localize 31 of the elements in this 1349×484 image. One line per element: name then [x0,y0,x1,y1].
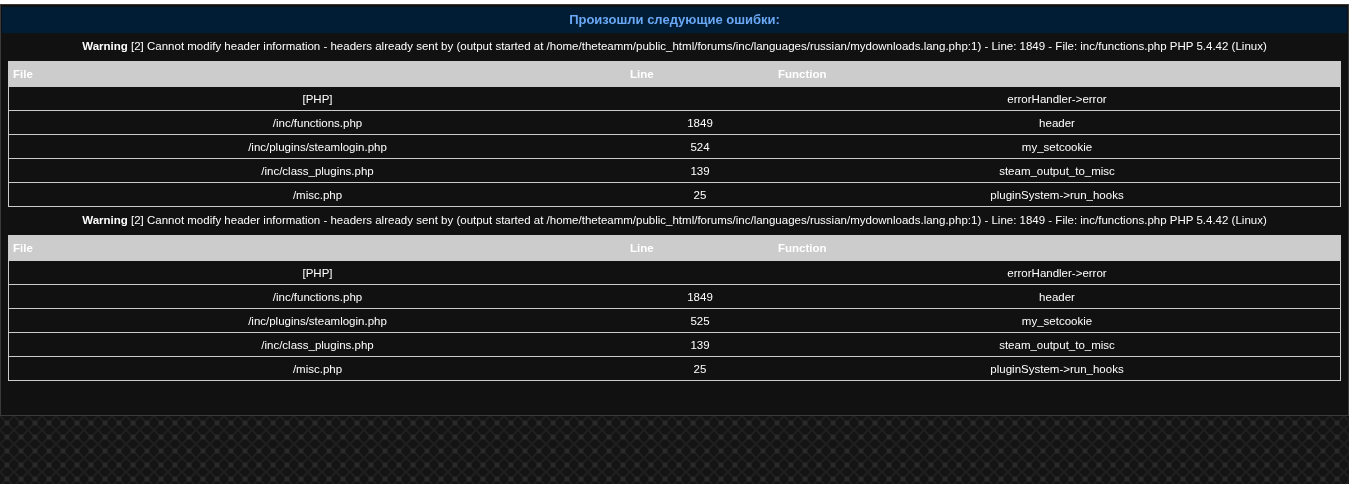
table-cell: header [774,284,1341,309]
table-cell: errorHandler->error [774,260,1341,285]
table-cell: pluginSystem->run_hooks [774,356,1341,381]
table-cell: [PHP] [8,260,626,285]
table-cell: 25 [626,356,774,381]
table-cell: steam_output_to_misc [774,332,1341,357]
table-cell: 139 [626,332,774,357]
warning-message: Warning [2] Cannot modify header information - headers already sent by (output started at /home/theteamm/public_html/forums/inc/languages/russian/mydownloads.lang.php:1) - Line: 1849 - File: inc/functions.php PHP 5.4.42 (Linux) [81,213,1268,228]
table-cell: 1849 [626,110,774,135]
table-cell: errorHandler->error [774,86,1341,111]
table-cell: my_setcookie [774,308,1341,333]
table-cell: 524 [626,134,774,159]
table-cell: pluginSystem->run_hooks [774,182,1341,207]
warning-message: Warning [2] Cannot modify header information - headers already sent by (output started at /home/theteamm/public_html/forums/inc/languages/russian/mydownloads.lang.php:1) - Line: 1849 - File: inc/functions.php PHP 5.4.42 (Linux) [81,39,1268,54]
table-cell: /inc/functions.php [8,284,626,309]
table-cell: /inc/class_plugins.php [8,332,626,357]
table-cell: /inc/plugins/steamlogin.php [8,134,626,159]
table-cell: /inc/plugins/steamlogin.php [8,308,626,333]
table-cell: /inc/functions.php [8,110,626,135]
table-cell: my_setcookie [774,134,1341,159]
table-cell: 525 [626,308,774,333]
table-cell: [PHP] [8,86,626,111]
table-cell: 1849 [626,284,774,309]
table-cell: 139 [626,158,774,183]
table-cell: /misc.php [8,182,626,207]
table-cell: /inc/class_plugins.php [8,158,626,183]
table-cell: /misc.php [8,356,626,381]
table-cell: header [774,110,1341,135]
error-title: Произошли следующие ошибки: [2,7,1347,33]
table-cell: steam_output_to_misc [774,158,1341,183]
table-cell: 25 [626,182,774,207]
